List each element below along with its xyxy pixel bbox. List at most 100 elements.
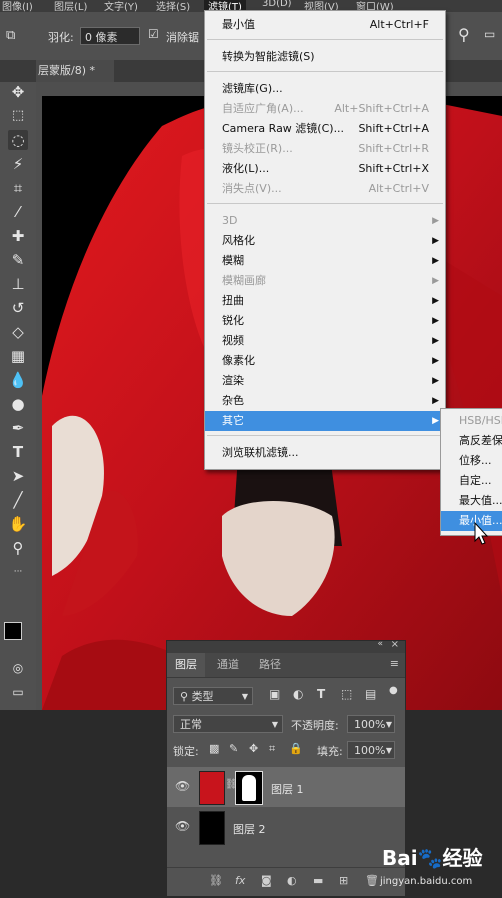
gradient-tool-icon[interactable]: ▦ [8,346,28,366]
eyedropper-icon[interactable]: ⁄ [8,202,28,222]
layer-filter-select[interactable]: ⚲ 类型 ▼ [173,687,253,705]
zoom-tool-icon[interactable]: ⚲ [8,538,28,558]
lock-transparent-icon[interactable]: ▩ [209,742,219,755]
tab-paths[interactable]: 路径 [251,653,289,677]
watermark-url: jingyan.baidu.com [380,876,473,887]
dodge-tool-icon[interactable]: ● [8,394,28,414]
blend-mode-value: 正常 [180,718,202,731]
fill-input[interactable]: 100% ▼ [347,741,395,759]
hand-tool-icon[interactable]: ✋ [8,514,28,534]
antialias-label: 消除锯 [166,31,199,44]
tab-layers[interactable]: 图层 [167,653,205,677]
search-icon[interactable]: ⚲ [458,25,470,44]
chevron-down-icon: ▼ [271,720,278,729]
type-filter-icon[interactable]: T [317,687,325,701]
line-tool-icon[interactable]: ╱ [8,490,28,510]
layer-mask-thumbnail[interactable] [235,771,263,805]
shape-filter-icon[interactable]: ⬚ [341,687,352,701]
menu-item-camera-raw[interactable]: Camera Raw 滤镜(C)... Shift+Ctrl+A [205,119,445,139]
menu-filter[interactable]: 滤镜(T) [204,0,246,13]
menu-item-blur[interactable]: 模糊 ▶ [205,251,445,271]
smart-object-filter-icon[interactable]: ▤ [365,687,376,701]
menu-item-filter-gallery[interactable]: 滤镜库(G)... [205,79,445,99]
type-tool-icon[interactable]: T [8,442,28,462]
menu-3d[interactable]: 3D(D) [262,0,292,9]
menu-separator [207,39,443,40]
menu-item-adaptive-wide-angle: 自适应广角(A)... Alt+Shift+Ctrl+A [222,102,429,115]
visibility-eye-icon[interactable]: 👁 [175,779,190,793]
link-layers-icon[interactable]: ⛓ [209,874,223,887]
layer-row-1[interactable]: 👁 ⛓ 图层 1 [167,767,405,807]
adjustment-layer-icon[interactable]: ◐ [287,874,297,887]
menu-separator [207,435,443,436]
foreground-color-swatch[interactable] [4,622,22,640]
menu-item-vanishing-point: 消失点(V)... Alt+Ctrl+V [222,182,429,195]
magic-wand-icon[interactable]: ⚡ [8,154,28,174]
menu-item-video[interactable]: 视频 ▶ [205,331,445,351]
submenu-item-minimum[interactable]: 最小值... [441,511,502,531]
new-layer-icon[interactable]: ⊞ [339,874,348,887]
menu-item-last-filter[interactable]: 最小值 Alt+Ctrl+F [205,15,445,35]
filter-toggle-icon[interactable]: ● [389,685,398,696]
panel-menu-icon[interactable]: ≡ [390,657,399,670]
collapse-icon[interactable]: « [377,639,383,649]
layer-row-2[interactable]: 👁 图层 2 [167,807,405,847]
watermark-brand-2: 经验 [442,846,483,870]
quick-mask-icon[interactable]: ◎ [8,658,28,678]
adjustment-filter-icon[interactable]: ◐ [293,687,303,701]
menu-item-noise[interactable]: 杂色 ▶ [205,391,445,411]
submenu-item-custom[interactable]: 自定... [441,471,502,491]
blend-mode-select[interactable]: 正常 ▼ [173,715,283,733]
document-tab[interactable]: 层蒙版/8) * [36,60,114,82]
submenu-arrow-icon: ▶ [432,216,439,226]
marquee-tool-icon[interactable]: ⬚ [8,106,28,126]
panel-tabs: 图层 通道 路径 ≡ [167,653,405,678]
brush-tool-icon[interactable]: ✎ [8,250,28,270]
new-group-icon[interactable]: ▬ [313,874,323,887]
submenu-arrow-icon: ▶ [432,256,439,266]
submenu-item-offset[interactable]: 位移... [441,451,502,471]
menu-item-stylize[interactable]: 风格化 ▶ [205,231,445,251]
blur-tool-icon[interactable]: 💧 [8,370,28,390]
watermark-brand: Bai [382,846,418,870]
opacity-input[interactable]: 100% ▼ [347,715,395,733]
submenu-item-maximum[interactable]: 最大值... [441,491,502,511]
visibility-eye-icon[interactable]: 👁 [175,819,190,833]
pixel-filter-icon[interactable]: ▣ [269,687,280,701]
eraser-tool-icon[interactable]: ◇ [8,322,28,342]
menu-item-convert-smart-filters[interactable]: 转换为智能滤镜(S) [205,47,445,67]
submenu-item-high-pass[interactable]: 高反差保留... [441,431,502,451]
menu-item-sharpen[interactable]: 锐化 ▶ [205,311,445,331]
workspace-icon[interactable]: ▭ [484,27,495,41]
menu-item-liquify[interactable]: 液化(L)... Shift+Ctrl+X [205,159,445,179]
lock-position-icon[interactable]: ✥ [249,742,258,755]
add-mask-icon[interactable]: ◙ [261,874,272,887]
crop-tool-icon[interactable]: ⌗ [8,178,28,198]
clone-stamp-icon[interactable]: ⊥ [8,274,28,294]
lock-artboard-icon[interactable]: ⌗ [269,742,275,756]
lasso-options-icon[interactable]: ⧉ [6,28,15,43]
move-tool-icon[interactable]: ✥ [8,82,28,102]
antialias-checkbox-icon[interactable]: ☑ [148,27,159,41]
close-icon[interactable]: × [391,639,399,650]
tab-channels[interactable]: 通道 [209,653,247,677]
lasso-tool-icon[interactable]: ◌ [8,130,28,150]
pen-tool-icon[interactable]: ✒ [8,418,28,438]
lock-image-icon[interactable]: ✎ [229,742,238,755]
history-brush-icon[interactable]: ↺ [8,298,28,318]
screen-mode-icon[interactable]: ▭ [8,682,28,702]
menu-item-distort[interactable]: 扭曲 ▶ [205,291,445,311]
menu-item-render[interactable]: 渲染 ▶ [205,371,445,391]
submenu-arrow-icon: ▶ [432,416,439,426]
menu-item-browse-filters-online[interactable]: 浏览联机滤镜... [205,443,445,463]
submenu-arrow-icon: ▶ [432,296,439,306]
menu-item-other[interactable]: 其它 ▶ [205,411,445,431]
layer-style-icon[interactable]: fx [235,874,245,887]
menu-item-pixelate[interactable]: 像素化 ▶ [205,351,445,371]
feather-input[interactable]: 0 像素 [80,27,140,45]
lock-all-icon[interactable]: 🔒 [289,742,303,755]
healing-brush-icon[interactable]: ✚ [8,226,28,246]
delete-layer-icon[interactable]: 🗑 [365,874,379,887]
path-selection-icon[interactable]: ➤ [8,466,28,486]
more-tools-icon[interactable]: ··· [8,562,28,582]
